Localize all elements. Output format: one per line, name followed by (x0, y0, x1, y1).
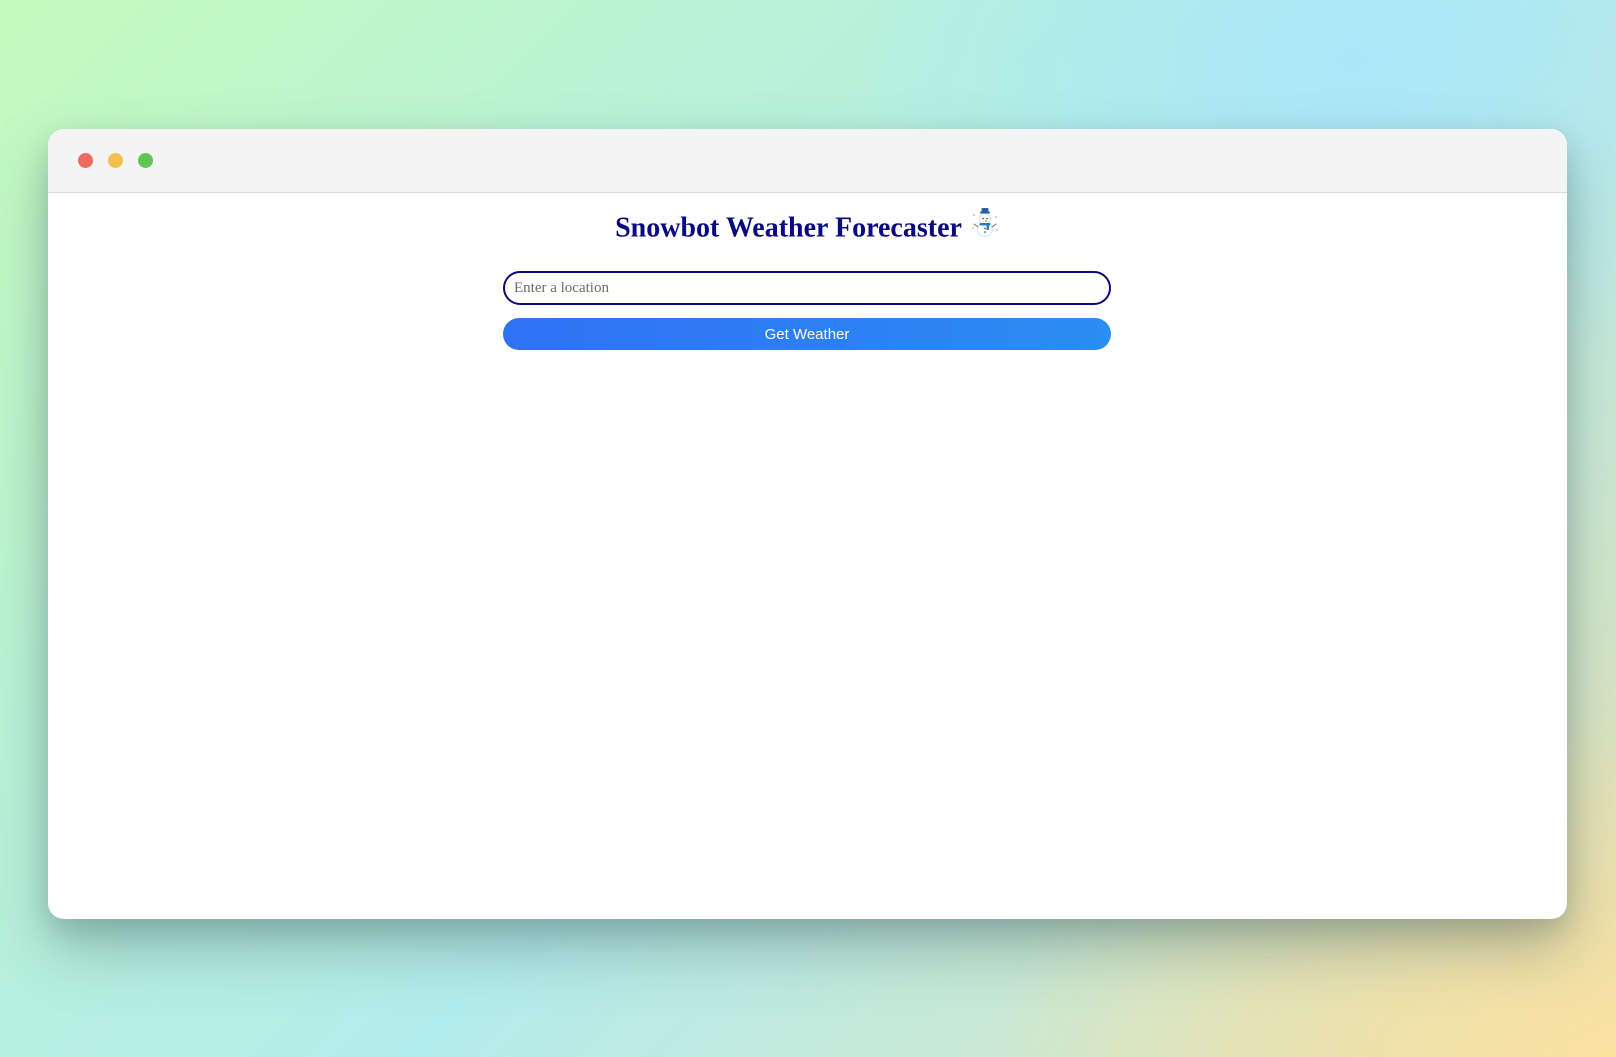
location-input[interactable] (503, 271, 1111, 305)
page-content: Snowbot Weather Forecaster Enter a locat… (48, 193, 1567, 919)
browser-window: Snowbot Weather Forecaster Enter a locat… (48, 129, 1567, 919)
close-window-button[interactable] (78, 153, 93, 168)
snowman-icon (970, 208, 1000, 246)
window-titlebar (48, 129, 1567, 193)
minimize-window-button[interactable] (108, 153, 123, 168)
maximize-window-button[interactable] (138, 153, 153, 168)
get-weather-button[interactable]: Get Weather (503, 318, 1111, 350)
page-title: Snowbot Weather Forecaster (48, 208, 1567, 249)
page-title-text: Snowbot Weather Forecaster (615, 212, 962, 244)
